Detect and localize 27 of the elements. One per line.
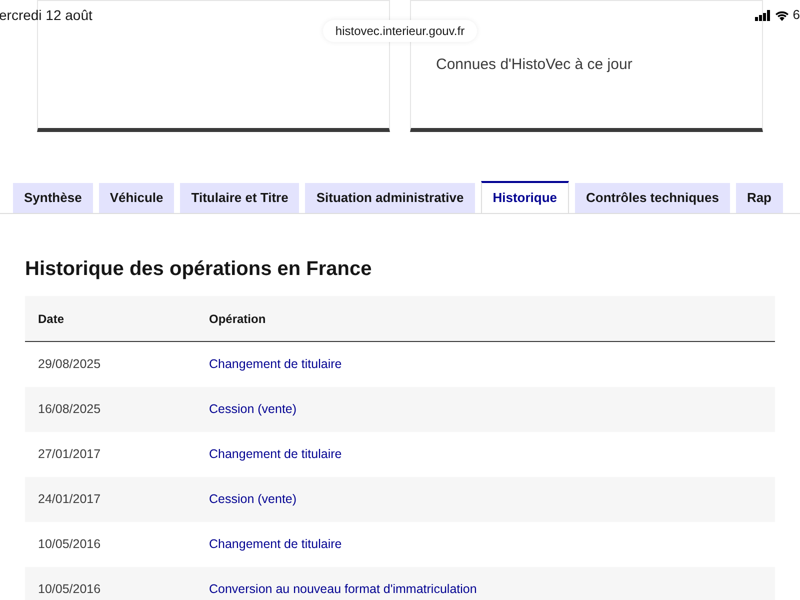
- wifi-icon: [774, 10, 789, 20]
- column-header: Date: [37, 310, 66, 328]
- table-cell-text: Changement de titulaire: [208, 536, 342, 554]
- card-text: Connues d'HistoVec à ce jour: [436, 56, 632, 73]
- table-cell-text: 29/08/2025: [37, 356, 102, 374]
- column-header: Opération: [208, 310, 266, 328]
- table-cell-text: 10/05/2016: [37, 536, 102, 554]
- address-bar[interactable]: histovec.interieur.gouv.fr: [323, 20, 477, 42]
- table-cell-text: Cession (vente): [208, 491, 297, 508]
- table-cell-text: 27/01/2017: [37, 446, 102, 464]
- tab[interactable]: Synthèse: [13, 183, 93, 213]
- tab[interactable]: Historique: [480, 181, 570, 213]
- section-title: Historique des opérations en France: [25, 257, 373, 282]
- table-cell-text: 10/05/2016: [37, 581, 102, 598]
- table-cell-text: Changement de titulaire: [208, 356, 342, 374]
- table-cell-text: 24/01/2017: [37, 491, 102, 508]
- tab[interactable]: Rap: [736, 183, 782, 213]
- tab[interactable]: Titulaire et Titre: [180, 183, 300, 213]
- signal-icon: [754, 10, 771, 20]
- tab[interactable]: Situation administrative: [305, 183, 475, 213]
- tab[interactable]: Contrôles techniques: [575, 183, 730, 213]
- tab[interactable]: Véhicule: [98, 183, 174, 213]
- table-cell-text: Conversion au nouveau format d'immatriculation: [208, 581, 477, 598]
- table-cell-text: Changement de titulaire: [208, 446, 342, 464]
- table-cell-text: 16/08/2025: [37, 401, 102, 418]
- table-cell-text: Cession (vente): [208, 401, 297, 418]
- battery-level: 6: [792, 6, 800, 24]
